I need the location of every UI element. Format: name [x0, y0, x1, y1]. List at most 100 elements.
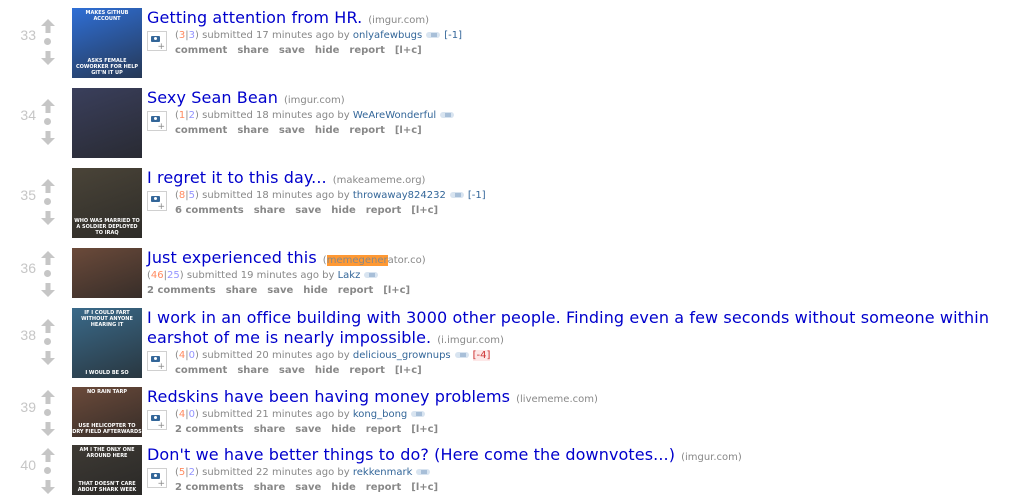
post-thumbnail[interactable]: who was married to a soldier deployed to…: [72, 168, 142, 238]
post-domain[interactable]: (imgur.com): [681, 452, 742, 463]
post-action-lc[interactable]: [l+c]: [411, 205, 438, 216]
message-author-icon[interactable]: [454, 352, 469, 358]
post-action-report[interactable]: report: [349, 45, 384, 56]
post-action-hide[interactable]: hide: [331, 482, 356, 493]
downvote-arrow-icon[interactable]: [40, 50, 56, 66]
expando-image-button[interactable]: +: [147, 191, 167, 212]
post-action-share[interactable]: share: [237, 365, 269, 376]
upvote-count: 3: [178, 30, 186, 41]
upvote-arrow-icon[interactable]: [40, 98, 56, 114]
post-thumbnail[interactable]: [72, 88, 142, 158]
author-link[interactable]: delicious_grownups: [353, 350, 451, 361]
post-action-share[interactable]: share: [226, 285, 258, 296]
message-author-icon[interactable]: [416, 469, 431, 475]
post-action-lc[interactable]: [l+c]: [395, 125, 422, 136]
downvote-arrow-icon[interactable]: [40, 210, 56, 226]
post-action-save[interactable]: save: [295, 424, 321, 435]
post-title-link[interactable]: Getting attention from HR.: [147, 8, 362, 27]
post-thumbnail[interactable]: am i the only one around here that doesn'…: [72, 445, 142, 495]
post-action-report[interactable]: report: [366, 482, 401, 493]
score-dot-icon: [44, 338, 51, 345]
post-action-save[interactable]: save: [279, 365, 305, 376]
post-domain[interactable]: (livememe.com): [516, 394, 598, 405]
post-title-link[interactable]: I work in an office building with 3000 o…: [147, 308, 989, 347]
expando-image-button[interactable]: +: [147, 410, 167, 431]
downvote-arrow-icon[interactable]: [40, 479, 56, 495]
upvote-arrow-icon[interactable]: [40, 178, 56, 194]
post-action-hide[interactable]: hide: [303, 285, 328, 296]
comments-link[interactable]: 2 comments: [175, 424, 244, 435]
post-action-report[interactable]: report: [349, 125, 384, 136]
post-action-hide[interactable]: hide: [331, 424, 356, 435]
expando-image-button[interactable]: +: [147, 468, 167, 489]
message-author-icon[interactable]: [426, 32, 441, 38]
post-action-report[interactable]: report: [349, 365, 384, 376]
post-action-lc[interactable]: [l+c]: [411, 424, 438, 435]
downvote-arrow-icon[interactable]: [40, 130, 56, 146]
post-thumbnail[interactable]: makes github account asks female coworker…: [72, 8, 142, 78]
post-action-lc[interactable]: [l+c]: [383, 285, 410, 296]
post-action-save[interactable]: save: [295, 205, 321, 216]
post-action-hide[interactable]: hide: [331, 205, 356, 216]
message-author-icon[interactable]: [449, 192, 464, 198]
post-title-link[interactable]: I regret it to this day...: [147, 168, 327, 187]
post-action-report[interactable]: report: [366, 424, 401, 435]
post-action-share[interactable]: share: [254, 205, 286, 216]
post-title-link[interactable]: Redskins have been having money problems: [147, 387, 510, 406]
author-link[interactable]: throwaway824232: [353, 190, 446, 201]
post-title-link[interactable]: Just experienced this: [147, 248, 317, 267]
expando-image-button[interactable]: +: [147, 111, 167, 132]
post-action-lc[interactable]: [l+c]: [395, 45, 422, 56]
post-title-link[interactable]: Sexy Sean Bean: [147, 88, 278, 107]
message-author-icon[interactable]: [440, 112, 455, 118]
post-domain[interactable]: (i.imgur.com): [437, 335, 504, 346]
downvote-arrow-icon[interactable]: [40, 282, 56, 298]
post-thumbnail[interactable]: [72, 248, 142, 298]
author-link[interactable]: rekkenmark: [353, 467, 413, 478]
message-author-icon[interactable]: [411, 411, 426, 417]
post-domain[interactable]: (memegenerator.co): [323, 255, 426, 266]
post-action-share[interactable]: share: [237, 125, 269, 136]
post-thumbnail[interactable]: no rain tarp use helicopter to dry field …: [72, 387, 142, 437]
meta-text: (3|3) submitted 17 minutes ago by onlyaf…: [175, 28, 462, 58]
post-action-lc[interactable]: [l+c]: [395, 365, 422, 376]
post-action-save[interactable]: save: [267, 285, 293, 296]
comments-link[interactable]: comment: [175, 365, 227, 376]
post-action-hide[interactable]: hide: [315, 45, 340, 56]
post-action-hide[interactable]: hide: [315, 125, 340, 136]
post-title-link[interactable]: Don't we have better things to do? (Here…: [147, 445, 675, 464]
downvote-arrow-icon[interactable]: [40, 350, 56, 366]
comments-link[interactable]: 2 comments: [175, 482, 244, 493]
post-domain[interactable]: (imgur.com): [368, 15, 429, 26]
post-action-hide[interactable]: hide: [315, 365, 340, 376]
downvote-arrow-icon[interactable]: [40, 421, 56, 437]
upvote-arrow-icon[interactable]: [40, 18, 56, 34]
post-action-share[interactable]: share: [254, 424, 286, 435]
message-author-icon[interactable]: [364, 272, 379, 278]
post-thumbnail[interactable]: if i could fart without anyone hearing i…: [72, 308, 142, 378]
post-action-lc[interactable]: [l+c]: [411, 482, 438, 493]
post-domain[interactable]: (imgur.com): [284, 95, 345, 106]
post-domain[interactable]: (makeameme.org): [333, 175, 426, 186]
post-action-save[interactable]: save: [279, 45, 305, 56]
upvote-arrow-icon[interactable]: [40, 447, 56, 463]
upvote-arrow-icon[interactable]: [40, 250, 56, 266]
author-link[interactable]: onlyafewbugs: [353, 30, 422, 41]
author-link[interactable]: Lakz: [338, 270, 361, 281]
author-link[interactable]: WeAreWonderful: [353, 110, 436, 121]
comments-link[interactable]: comment: [175, 45, 227, 56]
post-action-share[interactable]: share: [237, 45, 269, 56]
comments-link[interactable]: 2 comments: [147, 285, 216, 296]
expando-image-button[interactable]: +: [147, 31, 167, 52]
post-action-share[interactable]: share: [254, 482, 286, 493]
post-action-report[interactable]: report: [366, 205, 401, 216]
post-action-save[interactable]: save: [279, 125, 305, 136]
author-link[interactable]: kong_bong: [353, 409, 407, 420]
upvote-arrow-icon[interactable]: [40, 389, 56, 405]
upvote-arrow-icon[interactable]: [40, 318, 56, 334]
post-action-report[interactable]: report: [338, 285, 373, 296]
expando-image-button[interactable]: +: [147, 351, 167, 372]
comments-link[interactable]: comment: [175, 125, 227, 136]
post-action-save[interactable]: save: [295, 482, 321, 493]
comments-link[interactable]: 6 comments: [175, 205, 244, 216]
